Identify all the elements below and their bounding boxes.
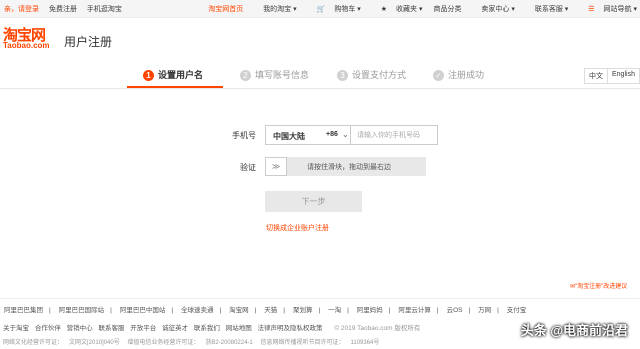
- copyright: © 2019 Taobao.com 版权所有: [334, 325, 421, 332]
- step-label: 注册成功: [448, 70, 485, 80]
- page-title: 用户注册: [64, 35, 113, 49]
- license-value[interactable]: 1109364号: [350, 340, 379, 346]
- topbar-right: 淘宝网首页 我的淘宝 ▾ 🛒 购物车 ▾ ★ 收藏夹 ▾ 商品分类 卖家中心 ▾ 联…: [199, 4, 637, 14]
- slider-captcha: ≫ 请按住滑块，拖动到最右边: [265, 157, 426, 176]
- lang-en[interactable]: English: [607, 69, 639, 83]
- cart-icon: 🛒: [316, 6, 326, 13]
- footer-link[interactable]: 阿里巴巴集团: [4, 307, 43, 314]
- footer-legal[interactable]: 法律声明及隐私权政策: [258, 325, 323, 332]
- phone-label: 手机号: [232, 131, 256, 140]
- nav-seller-center[interactable]: 卖家中心 ▾: [472, 6, 514, 13]
- footer-contact[interactable]: 联系我们: [194, 325, 220, 332]
- step-number: 2: [240, 70, 251, 82]
- registration-steps: 1 设置用户名 2 填写账号信息 3 设置支付方式 ✓ 注册成功 中文 English: [0, 66, 640, 89]
- next-button[interactable]: 下一步: [265, 191, 362, 212]
- nav-site-map[interactable]: ☰ 网站导航 ▾: [579, 6, 637, 13]
- footer-link[interactable]: 支付宝: [507, 307, 527, 314]
- footer-link[interactable]: 阿里云计算: [398, 307, 431, 314]
- footer-link[interactable]: 万网: [478, 307, 491, 314]
- footer-link[interactable]: 云OS: [447, 307, 463, 314]
- footer-partner-links: 阿里巴巴集团 | 阿里巴巴国际站 | 阿里巴巴中国站 | 全球速卖通 | 淘宝网 | 天猫…: [0, 298, 640, 314]
- footer-licenses: 网络文化经营许可证： 文网文[2010]040号 增值电信业务经营许可证： 浙B2-…: [3, 337, 385, 346]
- menu-icon: ☰: [588, 6, 595, 13]
- logo-en: Taobao.com: [3, 41, 50, 50]
- corporate-account-link[interactable]: 切换成企业账户注册: [266, 223, 329, 233]
- footer-link[interactable]: 淘宝网: [229, 307, 249, 314]
- footer-marketing[interactable]: 营销中心: [67, 325, 93, 332]
- active-step-indicator: [127, 86, 223, 88]
- top-bar: 亲，请登录 免费注册 手机逛淘宝 淘宝网首页 我的淘宝 ▾ 🛒 购物车 ▾ ★ 收藏…: [0, 0, 640, 18]
- license-label: 信息网络传播视听节目许可证：: [260, 340, 345, 346]
- nav-site-map-label: 网站导航: [603, 6, 632, 13]
- phone-input[interactable]: [351, 125, 438, 145]
- nav-customer-service[interactable]: 联系客服 ▾: [526, 6, 568, 13]
- feedback-label: "淘宝注册"改进建议: [575, 284, 628, 290]
- chevron-down-icon: ⌄: [342, 130, 349, 139]
- country-code: +86: [326, 131, 338, 138]
- footer-link[interactable]: 阿里巴巴国际站: [59, 307, 105, 314]
- login-link[interactable]: 亲，请登录: [4, 6, 39, 13]
- step-label: 设置用户名: [158, 70, 204, 80]
- footer-link[interactable]: 全球速卖通: [181, 307, 214, 314]
- language-switch: 中文 English: [584, 68, 640, 84]
- step-label: 设置支付方式: [352, 70, 407, 80]
- nav-cart[interactable]: 🛒 购物车 ▾: [308, 6, 361, 13]
- license-label: 网络文化经营许可证：: [3, 340, 64, 346]
- footer-link[interactable]: 聚划算: [293, 307, 313, 314]
- step-number: 3: [337, 70, 348, 82]
- slider-handle[interactable]: ≫: [265, 157, 287, 176]
- watermark: 头条 @电商前沿君: [520, 323, 628, 338]
- footer-link[interactable]: 天猫: [264, 307, 277, 314]
- nav-categories[interactable]: 商品分类: [433, 6, 461, 13]
- license-label: 增值电信业务经营许可证：: [127, 340, 200, 346]
- step-account-info: 2 填写账号信息: [240, 68, 310, 82]
- license-value[interactable]: 浙B2-20080224-1: [205, 340, 252, 346]
- register-link[interactable]: 免费注册: [49, 6, 77, 13]
- verify-label: 验证: [240, 163, 256, 172]
- footer-link[interactable]: 一淘: [328, 307, 341, 314]
- star-icon: ★: [380, 6, 388, 13]
- footer-open-platform[interactable]: 开放平台: [130, 325, 156, 332]
- step-number: 1: [143, 70, 154, 82]
- footer-link[interactable]: 阿里妈妈: [357, 307, 383, 314]
- nav-customer-service-label: 联系客服: [534, 6, 563, 13]
- nav-my-taobao[interactable]: 我的淘宝 ▾: [254, 6, 296, 13]
- topbar-left: 亲，请登录 免费注册 手机逛淘宝: [4, 4, 130, 14]
- nav-home-link[interactable]: 淘宝网首页: [208, 6, 243, 13]
- nav-favorites-label: 收藏夹: [396, 6, 418, 13]
- footer-service[interactable]: 联系客服: [98, 325, 124, 332]
- check-icon: ✓: [433, 70, 444, 82]
- slider-hint: 请按住滑块，拖动到最右边: [307, 164, 391, 171]
- country-name: 中国大陆: [273, 132, 305, 141]
- nav-favorites[interactable]: ★ 收藏夹 ▾: [372, 6, 423, 13]
- mobile-link[interactable]: 手机逛淘宝: [87, 6, 122, 13]
- footer-about[interactable]: 关于淘宝: [3, 325, 29, 332]
- country-select[interactable]: 中国大陆 +86 ⌄: [265, 125, 351, 145]
- step-set-username: 1 设置用户名: [143, 68, 204, 82]
- taobao-logo[interactable]: 淘宝网 Taobao.com: [3, 24, 59, 52]
- feedback-link[interactable]: ✉"淘宝注册"改进建议: [570, 281, 627, 290]
- step-payment: 3 设置支付方式: [337, 68, 407, 82]
- step-success: ✓ 注册成功: [433, 68, 485, 82]
- nav-cart-label: 购物车: [334, 6, 356, 13]
- nav-seller-center-label: 卖家中心: [481, 6, 510, 13]
- footer-sitemap[interactable]: 网站地图: [226, 325, 252, 332]
- nav-my-taobao-label: 我的淘宝: [263, 6, 292, 13]
- lang-zh[interactable]: 中文: [585, 69, 607, 83]
- footer-info-links: 关于淘宝 合作伙伴 营销中心 联系客服 开放平台 诚征英才 联系我们 网站地图 …: [3, 322, 424, 332]
- footer-jobs[interactable]: 诚征英才: [162, 325, 188, 332]
- license-value[interactable]: 文网文[2010]040号: [69, 340, 120, 346]
- footer-link[interactable]: 阿里巴巴中国站: [120, 307, 166, 314]
- footer-partners[interactable]: 合作伙伴: [35, 325, 61, 332]
- step-label: 填写账号信息: [255, 70, 310, 80]
